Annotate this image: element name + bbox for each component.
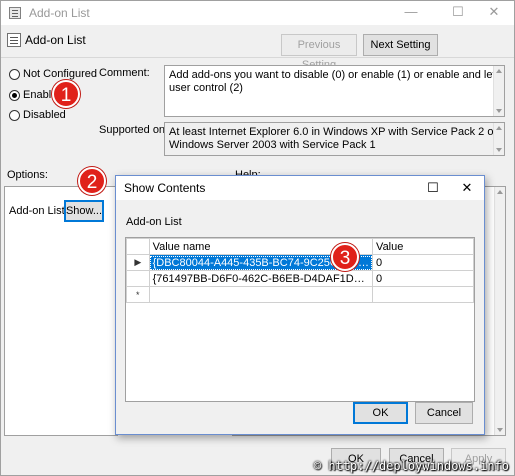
radio-circle	[9, 110, 20, 121]
supported-on-label: Supported on:	[99, 124, 169, 136]
callout-badge-1: 1	[52, 80, 80, 108]
value-name-cell[interactable]: {761497BB-D6F0-462C-B6EB-D4DAF1D…	[148, 270, 374, 287]
watermark: © http://deploywindows.info	[313, 459, 509, 473]
column-header-value[interactable]: Value	[372, 238, 474, 255]
options-pane: Add-on List Show...	[4, 186, 118, 436]
comment-scrollbar[interactable]	[493, 66, 504, 116]
dialog-title: Show Contents	[124, 181, 206, 195]
close-button[interactable]: ✕	[477, 1, 511, 25]
supported-on-text: At least Internet Explorer 6.0 in Window…	[169, 126, 498, 151]
radio-circle-selected	[9, 90, 20, 101]
row-marker-current-icon[interactable]: ▶	[126, 254, 150, 271]
radio-label: Disabled	[23, 109, 66, 121]
minimize-button[interactable]: —	[394, 1, 428, 25]
callout-badge-3: 3	[331, 243, 359, 271]
callout-badge-2: 2	[78, 167, 106, 195]
comment-text: Add add-ons you want to disable (0) or e…	[169, 69, 496, 94]
maximize-button[interactable]: ☐	[441, 1, 475, 25]
dialog-cancel-button[interactable]: Cancel	[415, 402, 473, 424]
header-divider	[1, 57, 514, 58]
dialog-maximize-button[interactable]: ☐	[418, 176, 448, 200]
radio-circle	[9, 69, 20, 80]
value-cell[interactable]: 0	[372, 270, 474, 287]
table-row-new[interactable]: *	[126, 286, 474, 303]
setting-icon	[7, 33, 21, 47]
supported-on-field: At least Internet Explorer 6.0 in Window…	[164, 122, 505, 156]
values-grid[interactable]: Value name Value ▶ {DBC80044-A445-435B-B…	[125, 237, 475, 402]
dialog-list-label: Add-on List	[126, 216, 182, 228]
dialog-close-button[interactable]: ✕	[452, 176, 482, 200]
dialog-title-bar[interactable]: Show Contents ☐ ✕	[116, 176, 484, 200]
addon-list-label: Add-on List	[9, 205, 65, 217]
row-marker-new-icon[interactable]: *	[126, 286, 150, 303]
next-setting-button[interactable]: Next Setting	[363, 34, 438, 56]
row-marker[interactable]	[126, 270, 150, 287]
comment-field[interactable]: Add add-ons you want to disable (0) or e…	[164, 65, 505, 117]
row-header-corner	[126, 238, 150, 255]
previous-setting-button[interactable]: Previous Setting	[281, 34, 357, 71]
comment-label: Comment:	[99, 67, 150, 79]
radio-label: Not Configured	[23, 68, 97, 80]
help-scrollbar[interactable]	[494, 187, 505, 435]
radio-disabled[interactable]: Disabled	[9, 109, 119, 123]
show-button[interactable]: Show...	[64, 200, 104, 222]
table-row[interactable]: {761497BB-D6F0-462C-B6EB-D4DAF1D… 0	[126, 270, 474, 287]
value-cell[interactable]: 0	[372, 254, 474, 271]
value-name-cell[interactable]	[148, 286, 374, 303]
setting-title: Add-on List	[25, 33, 86, 47]
supported-scrollbar[interactable]	[493, 123, 504, 155]
values-table: Value name Value ▶ {DBC80044-A445-435B-B…	[126, 238, 474, 303]
show-contents-dialog: Show Contents ☐ ✕ Add-on List Value name…	[115, 175, 485, 435]
table-row[interactable]: ▶ {DBC80044-A445-435B-BC74-9C25C1C5… 0	[126, 254, 474, 271]
table-header-row: Value name Value	[126, 238, 474, 255]
policy-icon	[9, 7, 21, 19]
title-bar[interactable]: Add-on List — ☐ ✕	[1, 1, 514, 25]
options-label: Options:	[7, 169, 48, 181]
value-cell[interactable]	[372, 286, 474, 303]
window-title: Add-on List	[29, 6, 90, 20]
dialog-ok-button[interactable]: OK	[353, 402, 408, 424]
